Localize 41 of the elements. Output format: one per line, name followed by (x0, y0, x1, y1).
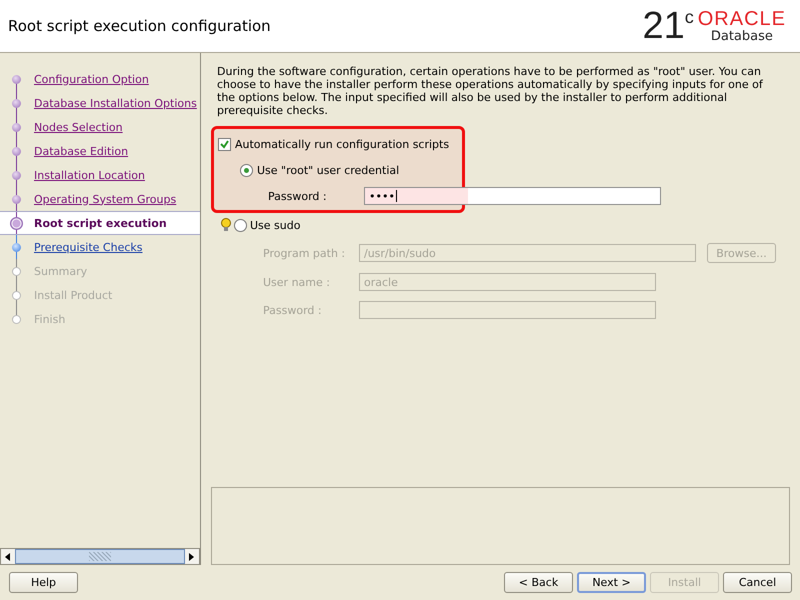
checkbox-label: Automatically run configuration scripts (235, 138, 450, 150)
step-dot-icon (12, 194, 21, 204)
right-arrow-icon[interactable] (189, 552, 195, 560)
step-dot-icon (12, 74, 21, 84)
window-title: Root script execution configuration (8, 17, 271, 35)
step-item[interactable]: Configuration Option (0, 67, 200, 91)
wizard-button[interactable]: Cancel (723, 572, 792, 593)
step-item[interactable]: Root script execution (0, 211, 200, 235)
password-field[interactable] (359, 301, 656, 319)
checkbox[interactable] (218, 138, 231, 150)
step-item[interactable]: Nodes Selection (0, 115, 200, 139)
horizontal-scrollbar[interactable] (0, 548, 200, 565)
password-field[interactable]: •••• (364, 187, 661, 205)
field-label: Program path : (263, 246, 346, 260)
description-text: During the software configuration, certain operations have to be performed as "root" user. You can choose to have the installer perform these operations automatically by specifying inputs for one of the options below. The input specified will also be used by the installer to perform additional prerequisite checks. (217, 65, 764, 117)
hint-bulb-icon (221, 218, 231, 232)
step-item[interactable]: Database Edition (0, 139, 200, 163)
step-item[interactable]: Installation Location (0, 163, 200, 187)
left-arrow-icon[interactable] (5, 552, 11, 560)
step-dot-icon (12, 266, 21, 276)
radio-button[interactable] (240, 164, 253, 176)
radio-button[interactable] (234, 218, 247, 232)
radio-label: Use "root" user credential (257, 164, 400, 176)
step-dot-icon (12, 170, 21, 180)
field-label: Password : (263, 304, 323, 316)
step-item[interactable]: Database Installation Options (0, 91, 200, 115)
radio-label: Use sudo (250, 218, 300, 232)
step-dot-icon (12, 146, 21, 156)
wizard-button[interactable]: < Back (504, 572, 573, 593)
field-label: Password : (268, 190, 328, 202)
field-label: User name : (263, 276, 331, 288)
wizard-button[interactable]: Next > (577, 572, 646, 593)
help-button[interactable]: Help (9, 572, 78, 593)
step-dot-icon (12, 314, 21, 324)
step-dot-icon (12, 242, 21, 252)
step-item[interactable]: Prerequisite Checks (0, 235, 200, 259)
step-dot-icon (12, 122, 21, 132)
step-dot-icon (12, 98, 21, 108)
step-dot-icon (10, 216, 23, 230)
step-dot-icon (12, 290, 21, 300)
step-item[interactable]: Operating System Groups (0, 187, 200, 211)
